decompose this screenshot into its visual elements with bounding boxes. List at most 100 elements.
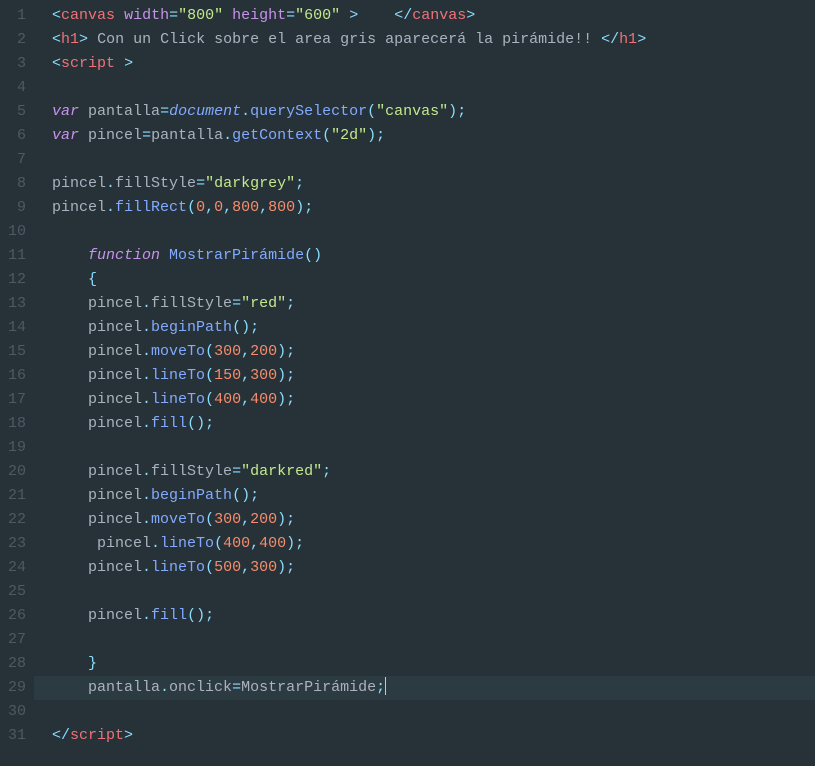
code-line[interactable]: pantalla.onclick=MostrarPirámide;	[34, 676, 815, 700]
code-line[interactable]	[34, 580, 815, 604]
code-line[interactable]: pincel.lineTo(400,400);	[34, 532, 815, 556]
token-punct: .	[142, 319, 151, 336]
token-punct: ,	[241, 511, 250, 528]
token-punct: .	[142, 343, 151, 360]
code-line[interactable]: var pantalla=document.querySelector("can…	[34, 100, 815, 124]
token-punct: =	[286, 7, 295, 24]
token-punct: )	[241, 487, 250, 504]
token-punct: (	[205, 367, 214, 384]
code-line[interactable]: pincel.fillStyle="darkgrey";	[34, 172, 815, 196]
token-number: 400	[250, 391, 277, 408]
code-line[interactable]: pincel.fillStyle="red";	[34, 292, 815, 316]
token-punct: (	[205, 559, 214, 576]
token-punct: .	[241, 103, 250, 120]
code-line[interactable]: pincel.beginPath();	[34, 316, 815, 340]
line-number: 28	[0, 652, 26, 676]
code-line[interactable]: <script >	[34, 52, 815, 76]
line-number: 15	[0, 340, 26, 364]
token-punct: )	[367, 127, 376, 144]
token-method: moveTo	[151, 511, 205, 528]
token-prop: fillStyle	[115, 175, 196, 192]
code-line[interactable]: pincel.fill();	[34, 412, 815, 436]
code-line[interactable]	[34, 628, 815, 652]
code-line[interactable]: }	[34, 652, 815, 676]
code-line[interactable]	[34, 220, 815, 244]
token-punct: (	[205, 511, 214, 528]
code-editor[interactable]: 1234567891011121314151617181920212223242…	[0, 0, 815, 748]
token-text	[79, 127, 88, 144]
token-punct: ;	[295, 175, 304, 192]
token-method: getContext	[232, 127, 322, 144]
token-punct: .	[223, 127, 232, 144]
code-area[interactable]: <canvas width="800" height="600" > </can…	[34, 4, 815, 748]
token-prop: fillStyle	[151, 295, 232, 312]
token-punct: ;	[286, 559, 295, 576]
token-ws	[34, 655, 88, 672]
token-number: 500	[214, 559, 241, 576]
code-line[interactable]: pincel.lineTo(150,300);	[34, 364, 815, 388]
code-line[interactable]: </script>	[34, 724, 815, 748]
token-number: 300	[214, 343, 241, 360]
line-number: 17	[0, 388, 26, 412]
token-kw: var	[52, 127, 79, 144]
code-line[interactable]: pincel.lineTo(400,400);	[34, 388, 815, 412]
token-def: pincel	[88, 127, 142, 144]
token-punct: (	[322, 127, 331, 144]
code-line[interactable]: <h1> Con un Click sobre el area gris apa…	[34, 28, 815, 52]
code-line[interactable]: var pincel=pantalla.getContext("2d");	[34, 124, 815, 148]
token-number: 0	[214, 199, 223, 216]
code-line[interactable]: function MostrarPirámide()	[34, 244, 815, 268]
token-method: beginPath	[151, 319, 232, 336]
token-def: pincel	[88, 319, 142, 336]
code-line[interactable]	[34, 700, 815, 724]
token-ws	[34, 343, 88, 360]
line-number: 3	[0, 52, 26, 76]
token-punct: )	[286, 535, 295, 552]
token-tag: canvas	[412, 7, 466, 24]
token-def: pincel	[88, 463, 142, 480]
code-line[interactable]: pincel.lineTo(500,300);	[34, 556, 815, 580]
token-builtin: document	[169, 103, 241, 120]
code-line[interactable]	[34, 76, 815, 100]
line-number: 8	[0, 172, 26, 196]
token-method: fillRect	[115, 199, 187, 216]
token-method: fill	[151, 607, 187, 624]
token-method: lineTo	[151, 559, 205, 576]
token-def: pincel	[97, 535, 151, 552]
token-punct: ;	[376, 127, 385, 144]
token-number: 150	[214, 367, 241, 384]
token-punct: ;	[205, 607, 214, 624]
token-punct: ;	[286, 367, 295, 384]
code-line[interactable]: {	[34, 268, 815, 292]
token-def: pantalla	[88, 103, 160, 120]
token-punct: )	[313, 247, 322, 264]
code-line[interactable]: pincel.fillStyle="darkred";	[34, 460, 815, 484]
token-punct: .	[142, 295, 151, 312]
token-punct: ,	[223, 199, 232, 216]
code-line[interactable]	[34, 436, 815, 460]
code-line[interactable]: pincel.fillRect(0,0,800,800);	[34, 196, 815, 220]
code-line[interactable]: pincel.fill();	[34, 604, 815, 628]
token-tag: script	[70, 727, 124, 744]
token-punct: ;	[295, 535, 304, 552]
line-number: 12	[0, 268, 26, 292]
line-number: 26	[0, 604, 26, 628]
code-line[interactable]: pincel.beginPath();	[34, 484, 815, 508]
line-number: 20	[0, 460, 26, 484]
code-line[interactable]: pincel.moveTo(300,200);	[34, 508, 815, 532]
code-line[interactable]: <canvas width="800" height="600" > </can…	[34, 4, 815, 28]
token-punct: <	[52, 7, 61, 24]
token-punct: =	[232, 679, 241, 696]
token-funcn: MostrarPirámide	[169, 247, 304, 264]
token-def: pincel	[88, 607, 142, 624]
token-def: pincel	[88, 559, 142, 576]
code-line[interactable]: pincel.moveTo(300,200);	[34, 340, 815, 364]
token-number: 300	[214, 511, 241, 528]
token-punct: {	[88, 271, 97, 288]
token-punct: <	[52, 31, 61, 48]
code-line[interactable]	[34, 148, 815, 172]
token-ws	[34, 55, 52, 72]
line-number: 4	[0, 76, 26, 100]
token-text	[358, 7, 394, 24]
line-number: 19	[0, 436, 26, 460]
